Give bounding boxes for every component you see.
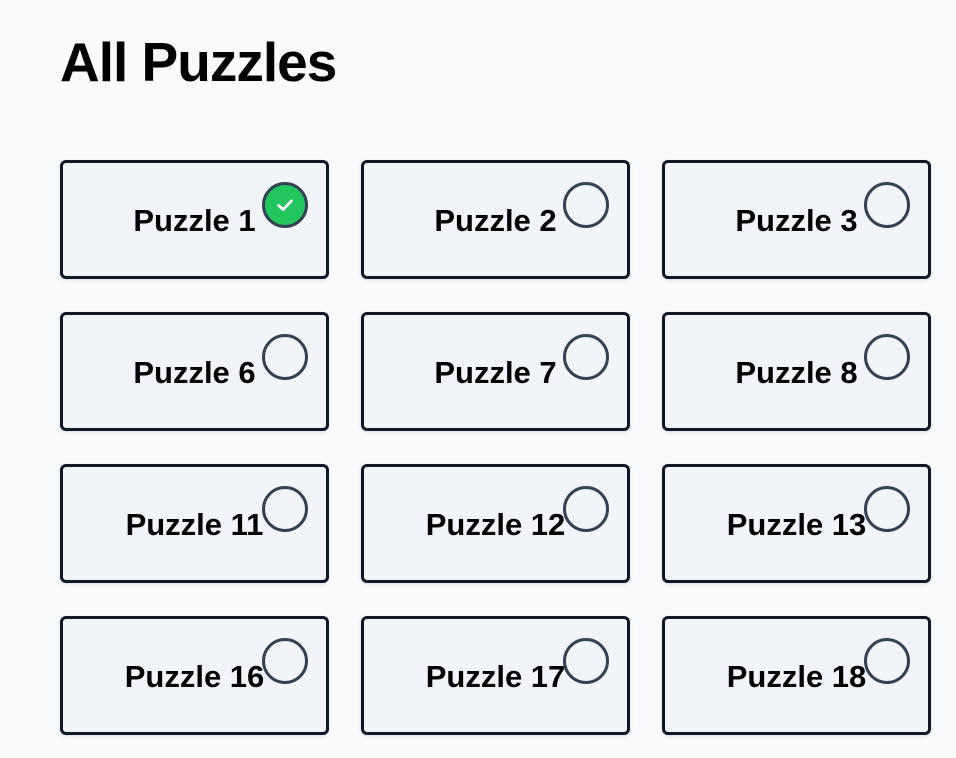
puzzle-grid: Puzzle 1 Puzzle 2 Puzzle 3 Puzzle 6 Puzz… [60,160,931,735]
empty-circle-icon [864,638,910,684]
empty-circle-icon [864,182,910,228]
puzzle-label: Puzzle 17 [425,658,566,694]
puzzle-label: Puzzle 12 [425,506,566,542]
empty-circle-icon [563,638,609,684]
empty-circle-icon [563,334,609,380]
puzzle-label: Puzzle 13 [726,506,867,542]
puzzle-card[interactable]: Puzzle 7 [361,312,630,431]
puzzle-card[interactable]: Puzzle 16 [60,616,329,735]
puzzle-label: Puzzle 18 [726,658,867,694]
empty-circle-icon [563,182,609,228]
empty-circle-icon [563,486,609,532]
puzzle-card[interactable]: Puzzle 3 [662,160,931,279]
puzzle-label: Puzzle 7 [434,354,557,390]
puzzle-card[interactable]: Puzzle 8 [662,312,931,431]
empty-circle-icon [864,334,910,380]
puzzle-label: Puzzle 3 [735,202,858,238]
puzzle-card[interactable]: Puzzle 11 [60,464,329,583]
check-circle-icon [262,182,308,228]
check-icon [277,199,293,211]
puzzle-card[interactable]: Puzzle 18 [662,616,931,735]
puzzle-card[interactable]: Puzzle 17 [361,616,630,735]
empty-circle-icon [262,486,308,532]
puzzle-label: Puzzle 6 [133,354,256,390]
puzzle-card[interactable]: Puzzle 1 [60,160,329,279]
puzzle-label: Puzzle 11 [125,506,264,542]
puzzle-card[interactable]: Puzzle 13 [662,464,931,583]
puzzle-card[interactable]: Puzzle 12 [361,464,630,583]
empty-circle-icon [864,486,910,532]
puzzle-label: Puzzle 1 [133,202,256,238]
puzzle-card[interactable]: Puzzle 6 [60,312,329,431]
puzzle-label: Puzzle 16 [124,658,265,694]
puzzle-label: Puzzle 2 [434,202,557,238]
puzzle-label: Puzzle 8 [735,354,858,390]
puzzle-card[interactable]: Puzzle 2 [361,160,630,279]
empty-circle-icon [262,638,308,684]
empty-circle-icon [262,334,308,380]
page-title: All Puzzles [60,31,337,93]
